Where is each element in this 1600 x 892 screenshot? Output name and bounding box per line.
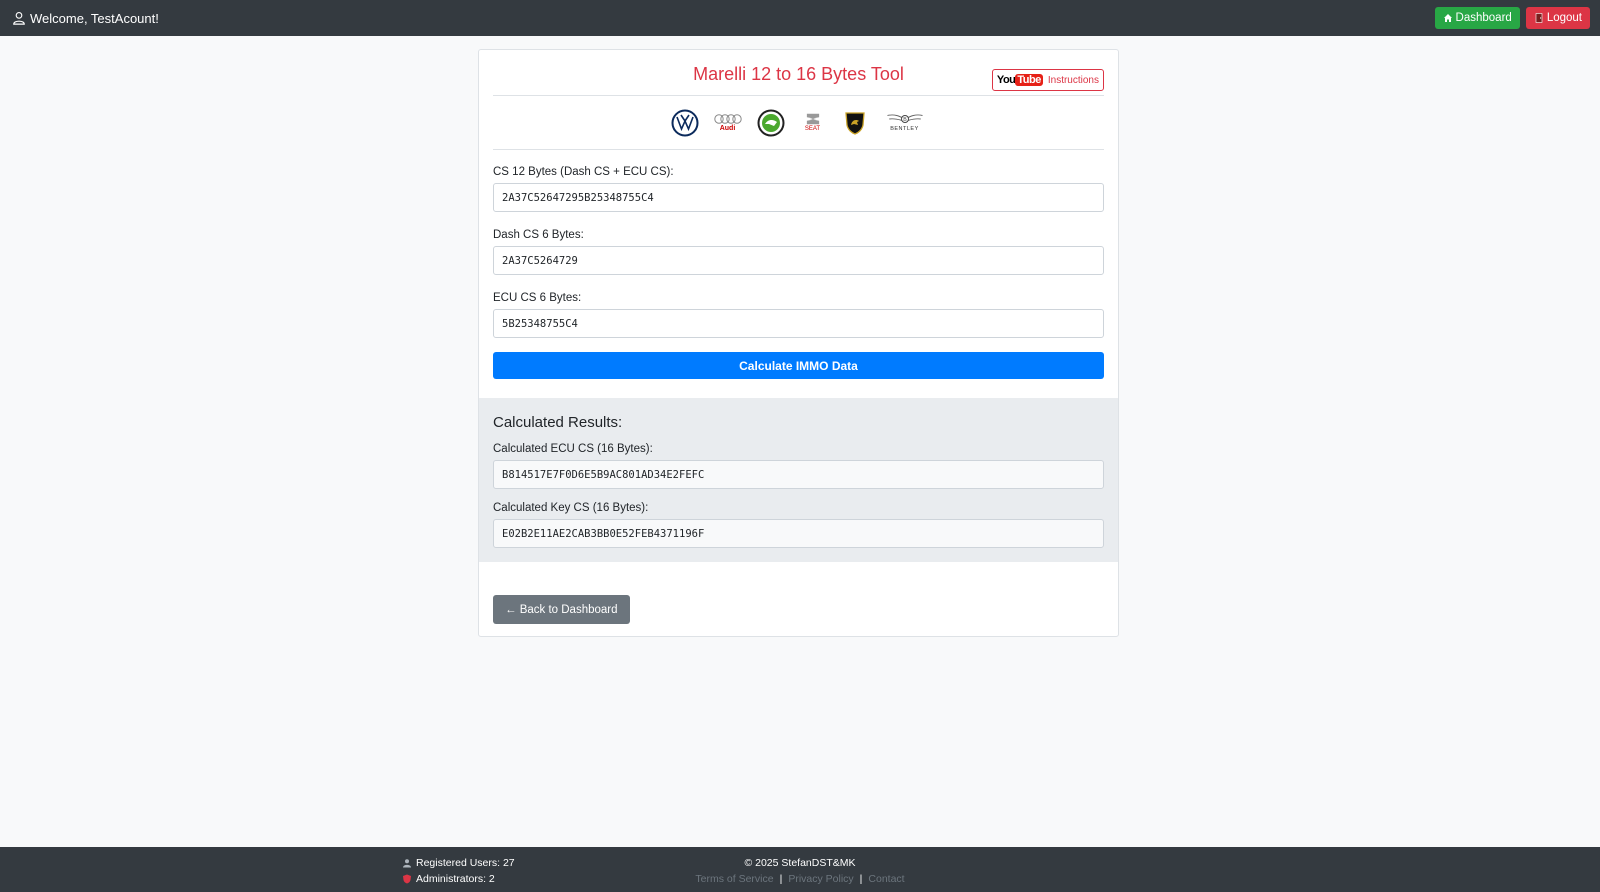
instructions-label: Instructions [1047,74,1099,86]
page-title: Marelli 12 to 16 Bytes Tool [693,64,904,84]
title-row: Marelli 12 to 16 Bytes Tool You Tube Ins… [493,50,1104,96]
key-cs16-output[interactable]: E02B2E11AE2CAB3BB0E52FEB4371196F [493,519,1104,548]
footer-center: © 2025 StefanDST&MK Terms of Service | P… [0,855,1600,887]
audi-text: Audi [719,124,736,132]
dash-cs-input[interactable]: 2A37C5264729 [493,246,1104,275]
ecu-cs16-output[interactable]: B814517E7F0D6E5B9AC801AD34E2FEFC [493,460,1104,489]
results-title: Calculated Results: [493,414,623,431]
input-form: CS 12 Bytes (Dash CS + ECU CS): 2A37C526… [493,150,1104,379]
lamborghini-logo-icon [841,109,869,137]
cs12-label: CS 12 Bytes (Dash CS + ECU CS): [493,166,674,178]
key-cs16-label: Calculated Key CS (16 Bytes): [493,502,649,514]
back-to-dashboard-button[interactable]: ← Back to Dashboard [493,595,630,624]
welcome-area: Welcome, TestAcount! [12,11,159,26]
contact-link[interactable]: Contact [868,871,904,887]
footer-links: Terms of Service | Privacy Policy | Cont… [0,871,1600,887]
door-icon [1535,13,1543,23]
ecu-cs16-label: Calculated ECU CS (16 Bytes): [493,443,653,455]
dashboard-button[interactable]: Dashboard [1434,7,1520,29]
home-icon [1443,14,1452,22]
skoda-logo-icon [757,109,785,137]
vw-logo-icon [671,109,699,137]
bentley-logo-icon: B BENTLEY [883,109,927,137]
results-panel: Calculated Results: Calculated ECU CS (1… [479,398,1118,562]
ecu-cs-input[interactable]: 5B25348755C4 [493,309,1104,338]
logout-label: Logout [1546,12,1582,24]
cs12-input[interactable]: 2A37C52647295B25348755C4 [493,183,1104,212]
brand-logos: Audi SEAT B BENTLEY [493,96,1104,150]
tool-card: Marelli 12 to 16 Bytes Tool You Tube Ins… [478,49,1119,637]
seat-text: SEAT [804,126,821,132]
youtube-logo-tube: Tube [1015,74,1043,86]
audi-logo-icon: Audi [713,109,743,137]
calculate-button[interactable]: Calculate IMMO Data [493,352,1104,379]
dashboard-label: Dashboard [1455,12,1512,24]
youtube-instructions-link[interactable]: You Tube Instructions [991,69,1104,91]
svg-text:B: B [903,117,907,123]
dash-cs-label: Dash CS 6 Bytes: [493,229,584,241]
user-icon [13,12,25,25]
bentley-text: BENTLEY [890,126,919,132]
top-actions: Dashboard Logout [1434,7,1590,29]
youtube-logo-you: You [996,74,1016,86]
link-separator: | [779,873,783,885]
footer: Registered Users: 27 Administrators: 2 ©… [0,847,1600,892]
logout-button[interactable]: Logout [1525,7,1590,29]
welcome-text: Welcome, TestAcount! [30,10,159,26]
link-separator: | [859,873,863,885]
copyright-text: © 2025 StefanDST&MK [744,857,856,869]
seat-logo-icon: SEAT [799,109,827,137]
ecu-cs-label: ECU CS 6 Bytes: [493,292,582,304]
privacy-link[interactable]: Privacy Policy [788,871,853,887]
terms-link[interactable]: Terms of Service [695,871,773,887]
top-navbar: Welcome, TestAcount! Dashboard Logout [0,0,1600,36]
